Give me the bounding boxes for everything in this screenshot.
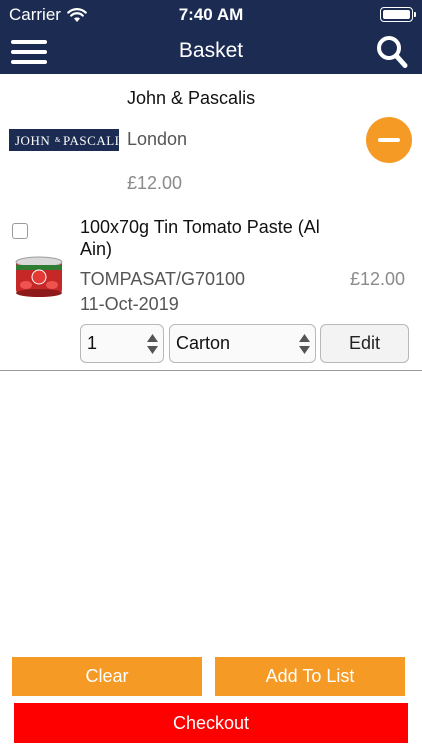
status-time: 7:40 AM bbox=[178, 5, 244, 24]
item-price: £12.00 bbox=[349, 269, 405, 289]
supplier-name: John & Pascalis bbox=[127, 88, 256, 108]
supplier-logo: JOHN & PASCALIS bbox=[9, 129, 119, 151]
unit-select[interactable]: Carton bbox=[169, 324, 316, 363]
top-bar: Carrier 7:40 AM Basket bbox=[0, 0, 422, 74]
page-title: Basket bbox=[178, 39, 244, 62]
item-date: 11-Oct-2019 bbox=[80, 294, 179, 314]
add-to-list-button[interactable]: Add To List bbox=[215, 657, 405, 696]
edit-button[interactable]: Edit bbox=[320, 324, 409, 363]
status-bar: Carrier 7:40 AM bbox=[0, 0, 422, 30]
battery-icon bbox=[380, 7, 416, 22]
tomato-paste-tin-image bbox=[15, 256, 63, 297]
svg-text:PASCALIS: PASCALIS bbox=[63, 133, 119, 148]
item-code: TOMPASAT/G70100 bbox=[80, 269, 246, 289]
item-checkbox[interactable] bbox=[12, 223, 28, 239]
quantity-select[interactable]: 1 bbox=[80, 324, 164, 363]
unit-value: Carton bbox=[176, 333, 231, 353]
navigation-bar: Basket bbox=[0, 30, 422, 74]
supplier-city: London bbox=[127, 129, 188, 149]
clear-button[interactable]: Clear bbox=[12, 657, 202, 696]
up-down-arrows-icon bbox=[147, 334, 158, 354]
svg-text:&: & bbox=[55, 136, 61, 144]
item-name: 100x70g Tin Tomato Paste (Al Ain) bbox=[80, 217, 320, 259]
search-icon[interactable] bbox=[376, 35, 408, 69]
checkout-button[interactable]: Checkout bbox=[14, 703, 408, 743]
svg-text:JOHN: JOHN bbox=[15, 133, 50, 148]
up-down-arrows-icon bbox=[299, 334, 310, 354]
supplier-total: £12.00 bbox=[127, 173, 183, 193]
divider bbox=[0, 370, 422, 371]
remove-supplier-button[interactable] bbox=[366, 117, 412, 163]
